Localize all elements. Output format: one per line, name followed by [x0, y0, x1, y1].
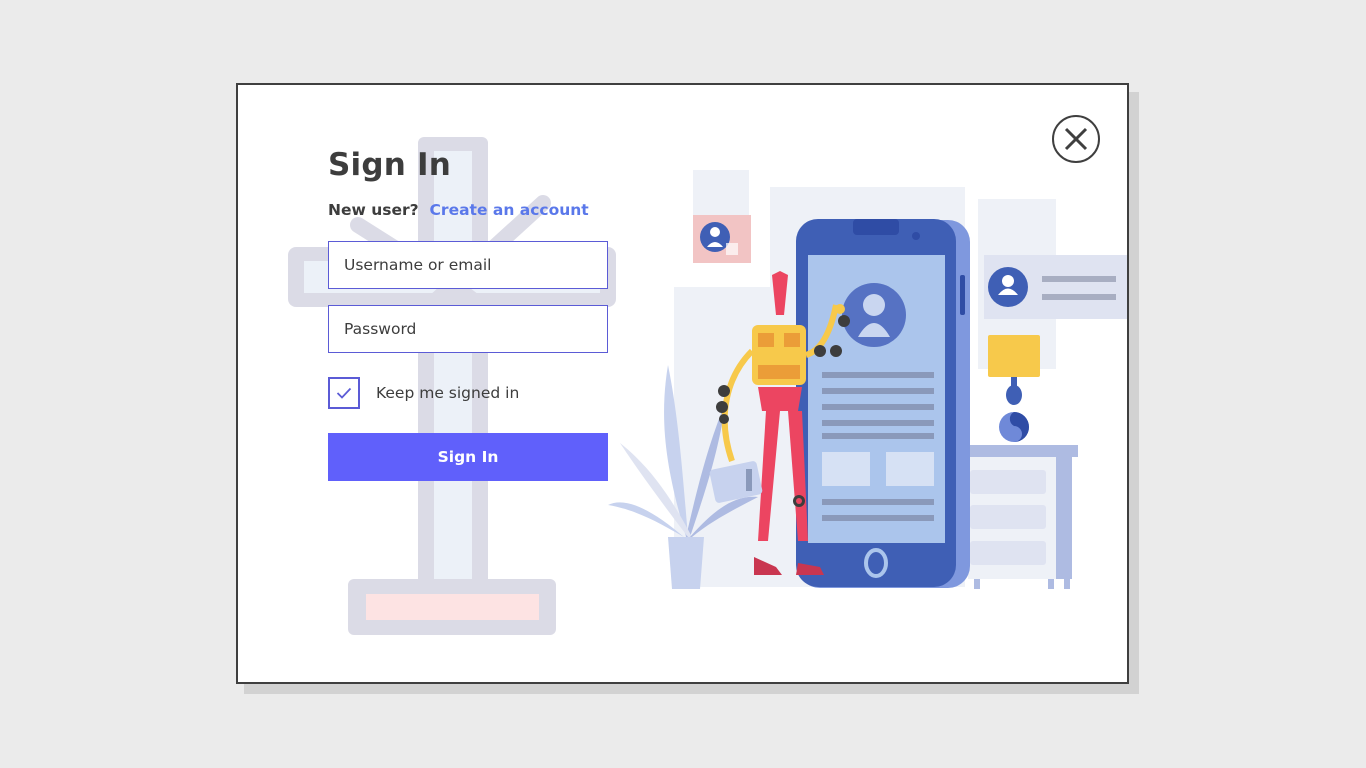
new-user-label: New user?: [328, 201, 419, 219]
close-icon: [1064, 127, 1088, 151]
nightstand-top: [966, 445, 1078, 457]
checkmark-icon: [336, 387, 352, 399]
username-input[interactable]: [329, 242, 607, 288]
sign-in-button[interactable]: Sign In: [328, 433, 608, 481]
robot-hips: [758, 387, 802, 411]
plant-pot: [668, 537, 704, 589]
password-field-wrapper: [328, 305, 608, 353]
username-field-wrapper: [328, 241, 608, 289]
robot-phone-illustration: [608, 170, 1127, 589]
password-input[interactable]: [329, 306, 607, 352]
keep-signed-in-label: Keep me signed in: [376, 384, 520, 402]
sign-in-modal: Sign In New user? Create an account Keep…: [236, 83, 1129, 684]
close-button[interactable]: [1052, 115, 1100, 163]
keep-signed-in-row: Keep me signed in: [328, 377, 610, 409]
create-account-link[interactable]: Create an account: [430, 201, 589, 219]
lamp-shade: [988, 335, 1040, 377]
keep-signed-in-checkbox[interactable]: [328, 377, 360, 409]
page-title: Sign In: [328, 147, 452, 183]
sign-in-form: Sign In New user? Create an account Keep…: [328, 145, 610, 481]
new-user-row: New user? Create an account: [328, 199, 610, 221]
